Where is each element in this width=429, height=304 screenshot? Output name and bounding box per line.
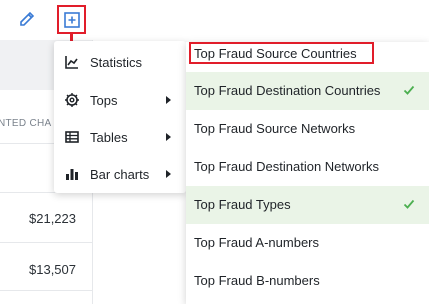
chevron-right-icon	[166, 133, 171, 141]
check-icon	[403, 197, 415, 209]
pencil-icon[interactable]	[16, 9, 38, 31]
menu-item-label: Tops	[90, 92, 118, 108]
table-cell: $21,223	[29, 211, 76, 226]
menu-item-statistics[interactable]: Statistics	[54, 43, 186, 81]
submenu-item-label: Top Fraud A-numbers	[194, 235, 320, 250]
menu-item-tops[interactable]: Tops	[54, 81, 186, 119]
menu-item-label: Tables	[90, 129, 128, 145]
menu-item-bar-charts[interactable]: Bar charts	[54, 155, 186, 193]
submenu-item-label: Top Fraud Destination Networks	[194, 159, 379, 174]
menu-item-label: Bar charts	[90, 166, 150, 182]
submenu-item[interactable]: Top Fraud Destination Networks	[186, 148, 429, 186]
chevron-right-icon	[166, 96, 171, 104]
submenu-item[interactable]: Top Fraud Types	[186, 186, 429, 224]
table-cell: $13,507	[29, 262, 76, 277]
menu-item-tables[interactable]: Tables	[54, 118, 186, 156]
menu-item-label: Statistics	[90, 54, 143, 70]
submenu-item[interactable]: Top Fraud Source Networks	[186, 110, 429, 148]
submenu-item-label: Top Fraud B-numbers	[194, 273, 320, 288]
submenu-item-label: Top Fraud Destination Countries	[194, 83, 381, 98]
table-icon	[64, 129, 80, 145]
submenu-first-highlight	[189, 42, 374, 64]
submenu-item-label: Top Fraud Source Networks	[194, 121, 356, 136]
line-chart-icon	[64, 54, 80, 70]
submenu-item[interactable]: Top Fraud A-numbers	[186, 224, 429, 262]
gear-icon	[64, 92, 80, 108]
add-button-highlight	[57, 5, 86, 34]
divider	[0, 290, 92, 291]
chevron-right-icon	[166, 170, 171, 178]
divider	[0, 242, 92, 243]
submenu-item[interactable]: Top Fraud B-numbers	[186, 262, 429, 300]
submenu-item-label: Top Fraud Types	[194, 197, 291, 212]
add-menu: Statistics Tops Tables Bar charts	[54, 41, 186, 193]
bar-chart-icon	[64, 166, 80, 182]
check-icon	[403, 83, 415, 95]
statistics-submenu: Top Fraud Source Countries Top Fraud Des…	[186, 42, 429, 304]
submenu-item[interactable]: Top Fraud Destination Countries	[186, 72, 429, 110]
